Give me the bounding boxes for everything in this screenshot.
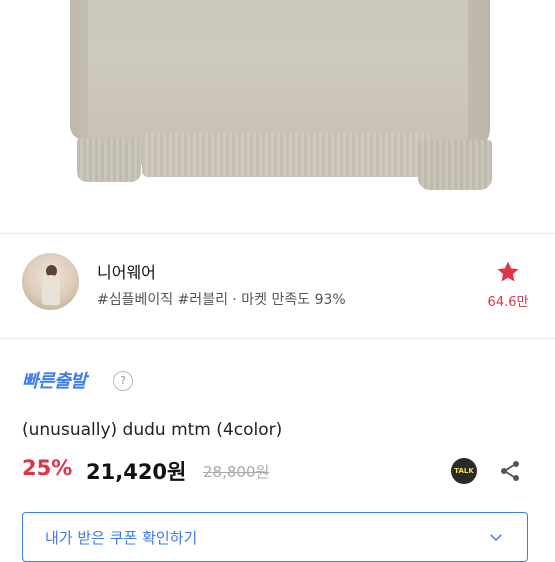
sweatshirt-hem xyxy=(142,132,432,177)
divider xyxy=(0,338,555,339)
divider xyxy=(0,233,555,234)
discount-rate: 25% xyxy=(22,456,73,480)
talk-icon[interactable]: TALK xyxy=(451,458,477,484)
coupon-label: 내가 받은 쿠폰 확인하기 xyxy=(45,529,198,547)
share-icon[interactable] xyxy=(498,459,522,483)
original-price: 28,800원 xyxy=(203,463,270,481)
shop-name[interactable]: 니어웨어 xyxy=(97,259,156,283)
sweatshirt-cuff-right xyxy=(418,140,492,190)
avatar-figure xyxy=(42,275,60,305)
star-icon[interactable] xyxy=(496,260,520,284)
fast-delivery-badge: 빠른출발 xyxy=(22,371,87,392)
sweatshirt-cuff-left xyxy=(77,138,141,182)
help-icon[interactable]: ? xyxy=(113,371,133,391)
shop-tags: #심플베이직 #러블리 · 마켓 만족도 93% xyxy=(97,292,346,308)
chevron-down-icon xyxy=(490,534,502,542)
product-title: (unusually) dudu mtm (4color) xyxy=(22,420,283,440)
shop-avatar[interactable] xyxy=(22,253,79,310)
sale-price: 21,420원 xyxy=(86,460,187,484)
product-image[interactable] xyxy=(0,0,555,233)
like-count: 64.6만 xyxy=(487,295,529,310)
